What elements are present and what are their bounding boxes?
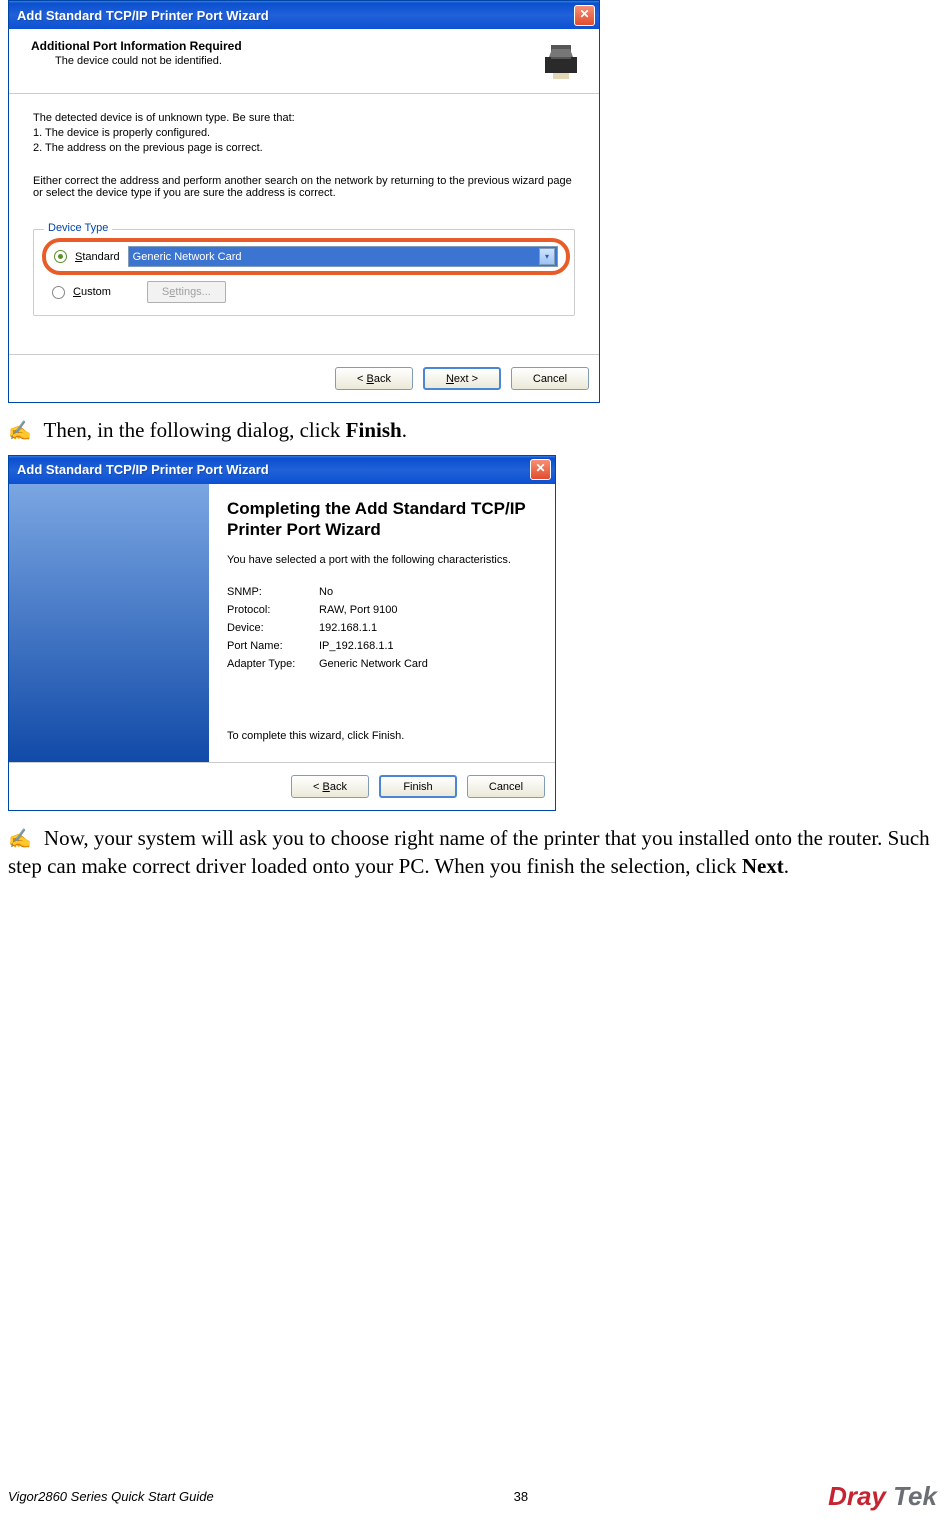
radio-standard-label: Standard: [75, 251, 120, 263]
settings-button: Settings...: [147, 281, 226, 303]
device-type-groupbox: Device Type Standard Generic Network Car…: [33, 229, 575, 316]
wizard-header: Additional Port Information Required The…: [9, 29, 599, 94]
footer-guide-title: Vigor2860 Series Quick Start Guide: [8, 1489, 214, 1504]
chevron-down-icon[interactable]: ▾: [539, 248, 555, 265]
next-button[interactable]: Next >: [423, 367, 501, 390]
wizard-body: Completing the Add Standard TCP/IP Print…: [9, 484, 555, 763]
window-title: Add Standard TCP/IP Printer Port Wizard: [13, 462, 530, 477]
instruction-text: Then, in the following dialog, click: [44, 418, 346, 442]
cancel-button[interactable]: Cancel: [511, 367, 589, 390]
window-title: Add Standard TCP/IP Printer Port Wizard: [13, 8, 574, 23]
radio-custom[interactable]: [52, 286, 65, 299]
wizard-window-1: Add Standard TCP/IP Printer Port Wizard …: [8, 0, 600, 403]
radio-standard[interactable]: [54, 250, 67, 263]
button-bar: < Back Next > Cancel: [9, 354, 599, 402]
cancel-button[interactable]: Cancel: [467, 775, 545, 798]
kv-key: Protocol:: [227, 604, 319, 616]
select-value: Generic Network Card: [133, 251, 242, 263]
header-subtitle: The device could not be identified.: [55, 55, 539, 67]
draytek-logo: Dray Tek: [828, 1481, 937, 1512]
header-title: Additional Port Information Required: [31, 39, 539, 53]
printer-port-icon: [539, 39, 583, 83]
kv-row: Adapter Type:Generic Network Card: [227, 658, 537, 670]
finish-button[interactable]: Finish: [379, 775, 457, 798]
highlight-ring: Standard Generic Network Card ▾: [42, 238, 570, 275]
content-text: 1. The device is properly configured.: [33, 127, 575, 139]
instruction-step-9: ✍ Now, your system will ask you to choos…: [8, 825, 937, 880]
kv-row: Device:192.168.1.1: [227, 622, 537, 634]
step-number-icon: ✍: [8, 420, 29, 445]
titlebar[interactable]: Add Standard TCP/IP Printer Port Wizard …: [9, 1, 599, 29]
close-icon[interactable]: ✕: [574, 5, 595, 26]
kv-val: 192.168.1.1: [319, 622, 377, 634]
properties-list: SNMP:No Protocol:RAW, Port 9100 Device:1…: [227, 586, 537, 670]
content-text: The detected device is of unknown type. …: [33, 112, 575, 124]
kv-key: Adapter Type:: [227, 658, 319, 670]
wizard-side-banner: [9, 484, 209, 763]
end-text: To complete this wizard, click Finish.: [227, 730, 537, 742]
instruction-bold: Finish: [346, 418, 402, 442]
completing-heading: Completing the Add Standard TCP/IP Print…: [227, 498, 537, 541]
instruction-text: .: [784, 854, 789, 878]
kv-row: Protocol:RAW, Port 9100: [227, 604, 537, 616]
wizard-content: The detected device is of unknown type. …: [9, 94, 599, 354]
button-bar: < Back Finish Cancel: [9, 762, 555, 810]
header-text: Additional Port Information Required The…: [31, 39, 539, 67]
content-text: Either correct the address and perform a…: [33, 175, 575, 199]
kv-key: Device:: [227, 622, 319, 634]
wizard-window-2: Add Standard TCP/IP Printer Port Wizard …: [8, 455, 556, 812]
kv-val: Generic Network Card: [319, 658, 428, 670]
radio-custom-label: Custom: [73, 286, 111, 298]
lead-text: You have selected a port with the follow…: [227, 554, 537, 566]
page-number: 38: [514, 1489, 528, 1504]
page-footer: Vigor2860 Series Quick Start Guide 38 Dr…: [8, 1481, 937, 1512]
instruction-bold: Next: [742, 854, 784, 878]
instruction-text: .: [402, 418, 407, 442]
close-icon[interactable]: ✕: [530, 459, 551, 480]
kv-val: No: [319, 586, 333, 598]
instruction-step-8: ✍ Then, in the following dialog, click F…: [8, 417, 937, 445]
content-text: 2. The address on the previous page is c…: [33, 142, 575, 154]
back-button[interactable]: < Back: [291, 775, 369, 798]
groupbox-legend: Device Type: [44, 222, 112, 234]
kv-val: RAW, Port 9100: [319, 604, 397, 616]
kv-row: SNMP:No: [227, 586, 537, 598]
kv-key: SNMP:: [227, 586, 319, 598]
titlebar[interactable]: Add Standard TCP/IP Printer Port Wizard …: [9, 456, 555, 484]
kv-val: IP_192.168.1.1: [319, 640, 394, 652]
kv-row: Port Name:IP_192.168.1.1: [227, 640, 537, 652]
custom-row: Custom Settings...: [48, 281, 564, 303]
wizard-content: Completing the Add Standard TCP/IP Print…: [209, 484, 555, 763]
step-number-icon: ✍: [8, 828, 29, 853]
back-button[interactable]: < Back: [335, 367, 413, 390]
device-type-select[interactable]: Generic Network Card ▾: [128, 246, 558, 267]
instruction-text: Now, your system will ask you to choose …: [8, 826, 930, 878]
kv-key: Port Name:: [227, 640, 319, 652]
